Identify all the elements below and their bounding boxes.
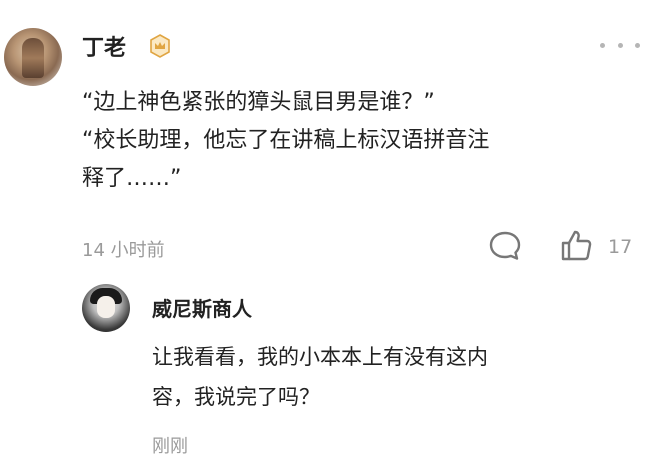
avatar-face bbox=[97, 296, 115, 318]
like-count: 17 bbox=[608, 236, 633, 258]
reply-line: 容，我说完了吗？ bbox=[152, 385, 320, 409]
comment-body: “边上神色紧张的獐头鼠目男是谁？” “校长助理，他忘了在讲稿上标汉语拼音注 释了… bbox=[82, 84, 642, 198]
comment-line: “边上神色紧张的獐头鼠目男是谁？” bbox=[82, 90, 435, 115]
thumbs-up-icon[interactable] bbox=[559, 228, 593, 262]
commenter-avatar[interactable] bbox=[4, 28, 62, 86]
comment-timestamp: 14 小时前 bbox=[82, 240, 165, 261]
crown-badge-icon[interactable] bbox=[148, 34, 172, 58]
comment-bubble-icon[interactable] bbox=[488, 230, 522, 262]
commenter-username[interactable]: 丁老 bbox=[82, 30, 126, 62]
replier-avatar[interactable] bbox=[82, 284, 130, 332]
reply-line: 让我看看，我的小本本上有没有这内 bbox=[152, 345, 488, 369]
reply-timestamp: 刚刚 bbox=[152, 436, 188, 457]
comment-line: 释了……” bbox=[82, 166, 182, 191]
replier-username[interactable]: 威尼斯商人 bbox=[152, 293, 252, 322]
reply-body: 让我看看，我的小本本上有没有这内 容，我说完了吗？ bbox=[152, 337, 622, 417]
avatar-figure bbox=[22, 38, 44, 78]
comment-line: “校长助理，他忘了在讲稿上标汉语拼音注 bbox=[82, 128, 490, 153]
more-options-icon[interactable] bbox=[600, 38, 640, 52]
